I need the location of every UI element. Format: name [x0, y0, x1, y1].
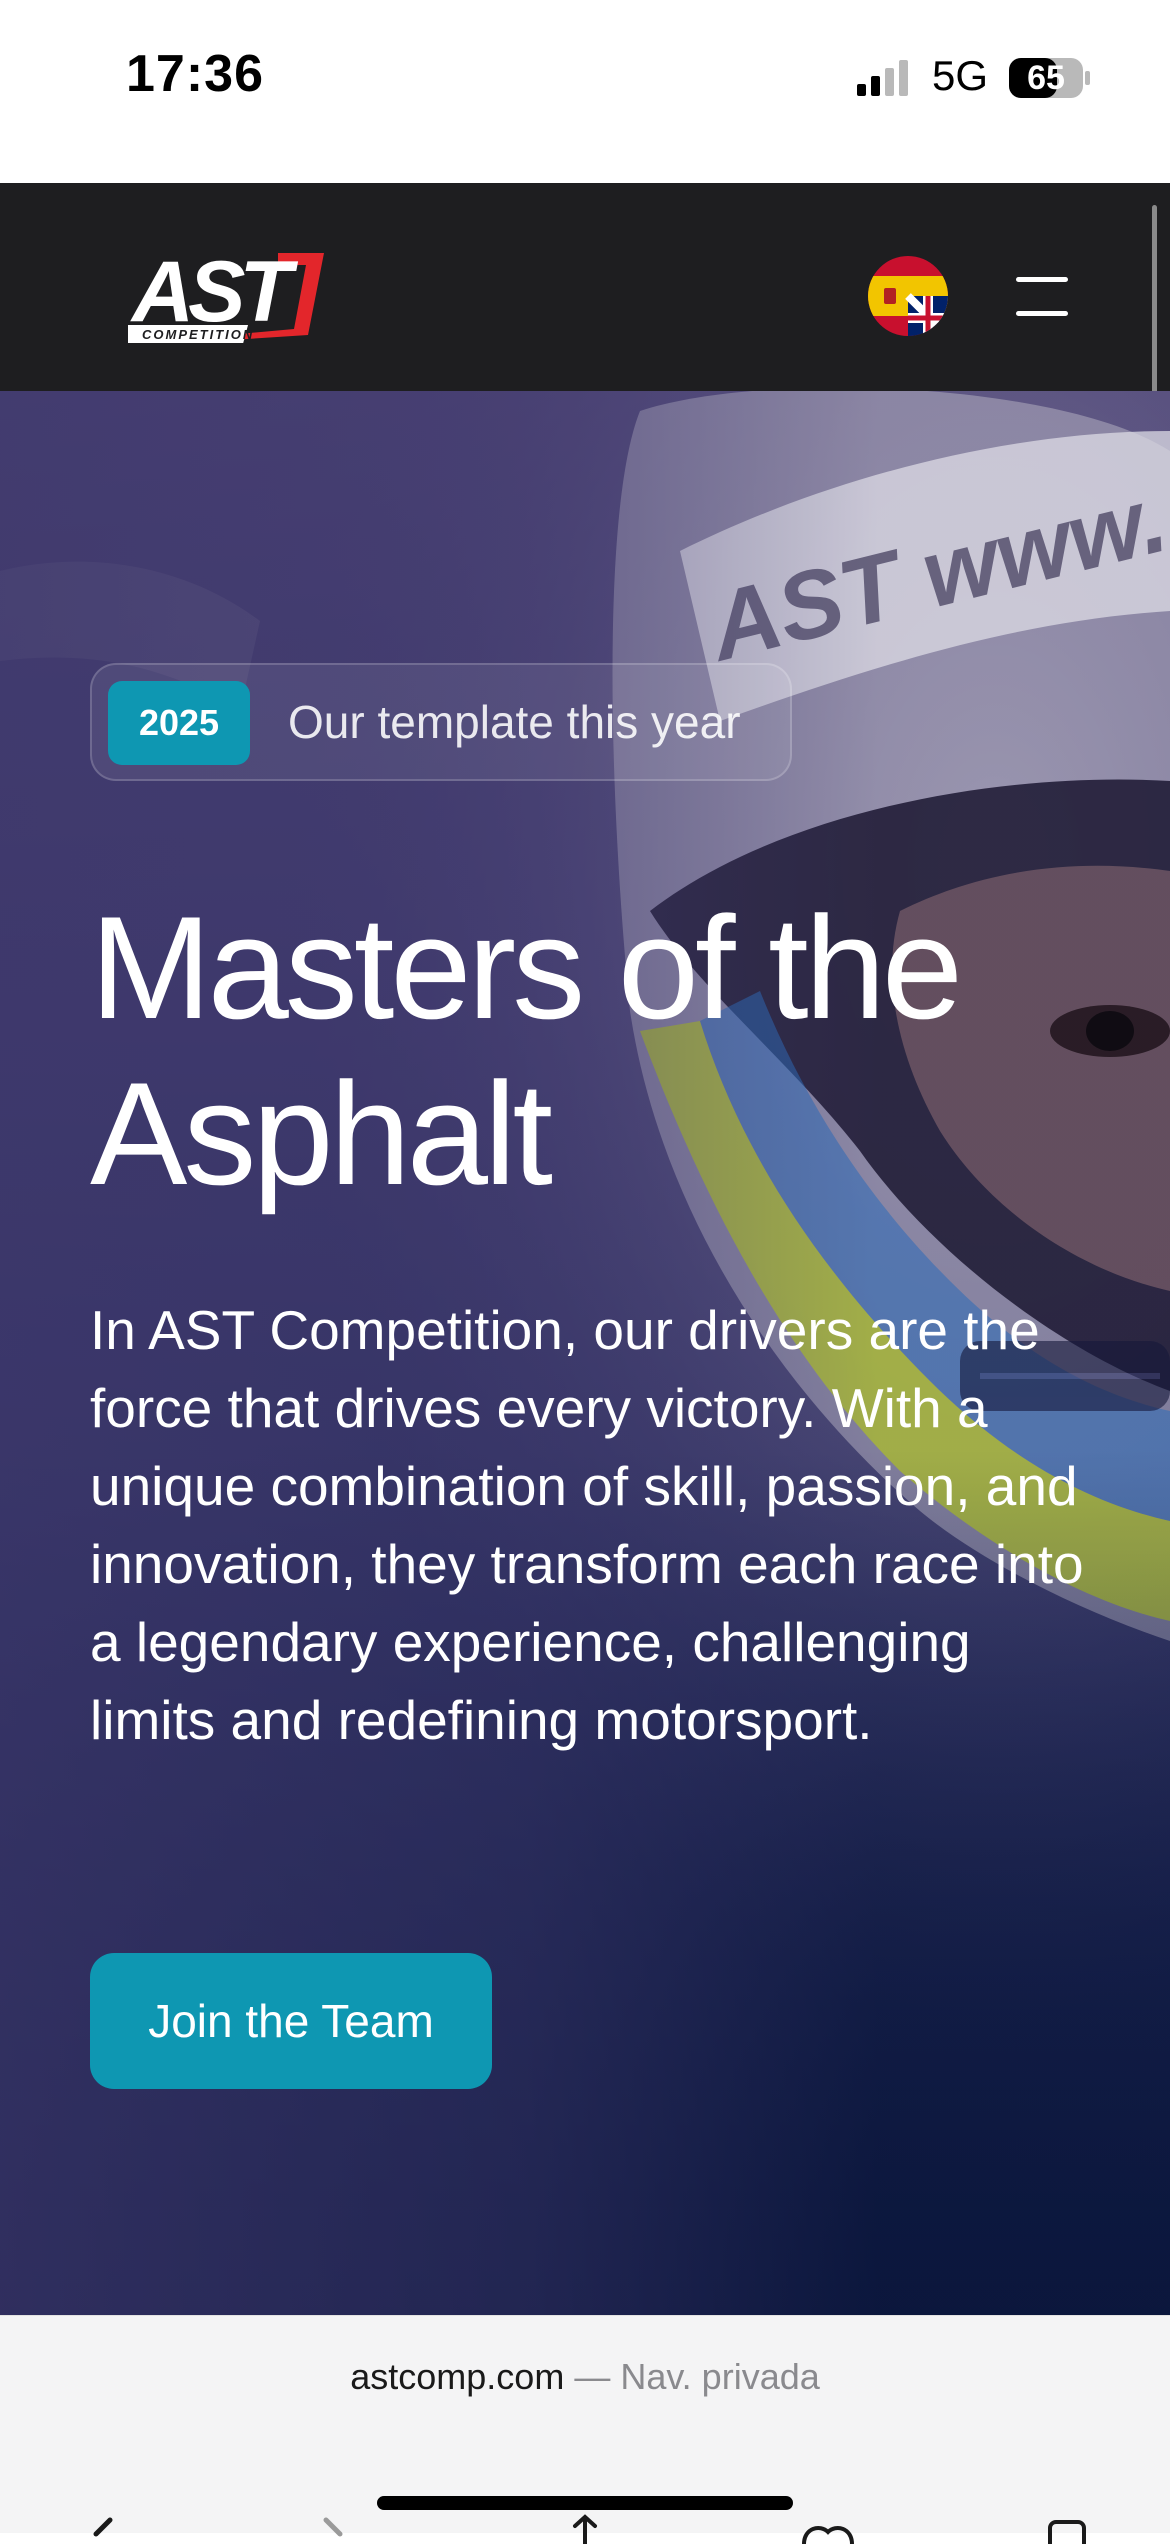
logo-subtext: COMPETITION	[142, 327, 254, 342]
hero-section: AST www. 2025 Our template this year Mas…	[0, 391, 1170, 2315]
forward-icon[interactable]	[300, 2514, 360, 2544]
signal-icon	[857, 60, 908, 96]
site-header: AST COMPETITION	[0, 183, 1170, 391]
network-label: 5G	[932, 52, 989, 99]
bookmarks-icon[interactable]	[798, 2514, 858, 2544]
share-icon[interactable]	[555, 2514, 615, 2544]
hero-description: In AST Competition, our drivers are the …	[90, 1299, 1084, 1751]
battery-icon: 65	[1008, 56, 1092, 100]
ast-logo[interactable]: AST COMPETITION	[128, 243, 328, 353]
status-time: 17:36	[126, 45, 264, 103]
hero-title: Masters of the Asphalt	[90, 885, 1130, 1217]
battery-level: 65	[1027, 59, 1065, 97]
join-the-team-button[interactable]: Join the Team	[90, 1953, 492, 2089]
hero-title-line1: Masters of the	[90, 886, 963, 1049]
hero-title-line2: Asphalt	[90, 1052, 553, 1215]
address-bar[interactable]: astcomp.com — Nav. privada	[0, 2356, 1170, 2398]
home-indicator[interactable]	[377, 2496, 793, 2510]
year-badge-pill: 2025 Our template this year	[90, 663, 792, 781]
private-browsing-label: — Nav. privada	[574, 2356, 820, 2397]
year-badge: 2025	[108, 681, 250, 765]
tabs-icon[interactable]	[1040, 2514, 1100, 2544]
url-text: astcomp.com	[350, 2356, 565, 2397]
hamburger-menu-icon[interactable]	[1010, 275, 1070, 319]
language-flag-icon[interactable]	[868, 256, 948, 336]
status-bar: 17:36 5G 65	[0, 0, 1170, 183]
back-icon[interactable]	[70, 2514, 130, 2544]
year-badge-text: Our template this year	[288, 696, 741, 748]
browser-bottom-bar: astcomp.com — Nav. privada	[0, 2315, 1170, 2544]
